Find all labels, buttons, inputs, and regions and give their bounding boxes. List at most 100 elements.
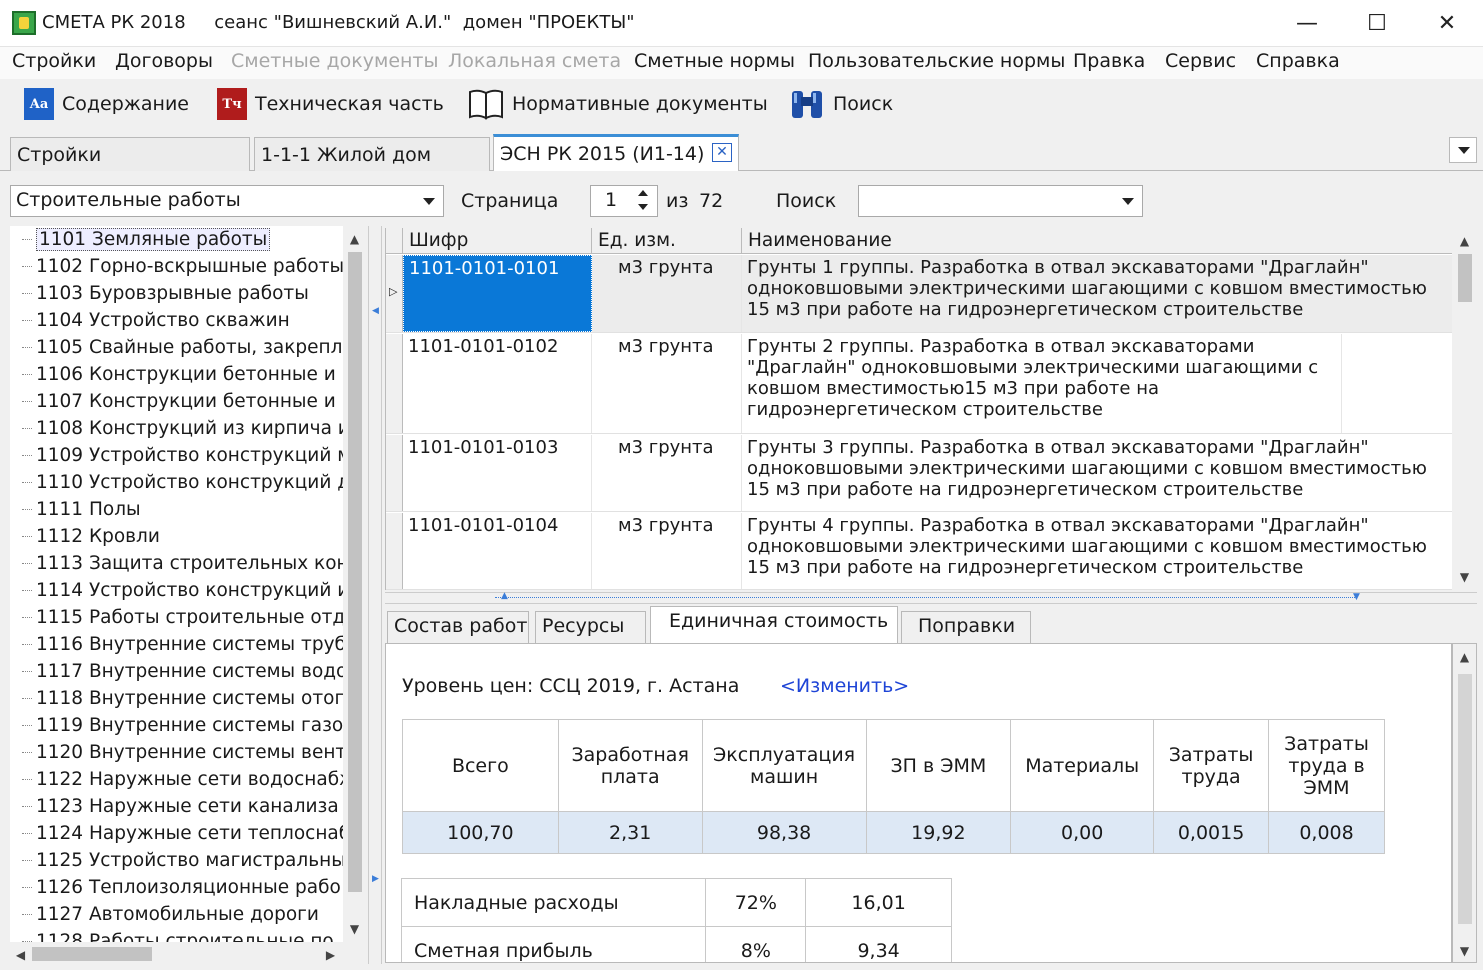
spin-up-icon[interactable] [638,190,648,196]
tree-item[interactable]: 1109 Устройство конструкций м [10,442,343,469]
tree-item[interactable]: 1113 Защита строительных кон [10,550,343,577]
cell-code[interactable]: 1101-0101-0104 [403,513,592,589]
tree-scroll-thumb[interactable] [348,252,362,892]
tree-item[interactable]: 1119 Внутренние системы газо( [10,712,343,739]
scroll-left-icon[interactable]: ◀ [12,946,29,963]
tab-esn-rk-2015[interactable]: ЭСН РК 2015 (И1-14) ✕ [493,134,739,171]
tree-hscroll-thumb[interactable] [32,947,152,961]
contents-button[interactable]: Aa Содержание [24,85,189,123]
close-button[interactable]: ✕ [1412,0,1482,47]
tab-resursy[interactable]: Ресурсы [535,611,646,643]
table-row[interactable]: 1101-0101-0103 м3 грунта Грунты 3 группы… [386,435,1452,512]
scroll-up-icon[interactable]: ▲ [346,230,363,247]
technical-part-button[interactable]: Тч Техническая часть [217,85,444,123]
collapse-up-icon[interactable]: ▲ [501,591,508,601]
tree-item[interactable]: 1125 Устройство магистральны: [10,847,343,874]
scroll-up-icon[interactable]: ▲ [1456,648,1473,665]
menu-spravka[interactable]: Справка [1256,50,1340,72]
detail-scroll-thumb[interactable] [1458,674,1472,924]
column-header-name[interactable]: Наименование [742,228,1452,254]
scroll-up-icon[interactable]: ▲ [1456,232,1473,249]
tree-item[interactable]: 1120 Внутренние системы вент [10,739,343,766]
cell-code[interactable]: 1101-0101-0103 [403,435,592,511]
tree-item[interactable]: 1124 Наружные сети теплоснаб [10,820,343,847]
cell-name[interactable]: Грунты 1 группы. Разработка в отвал экск… [742,255,1452,332]
scroll-down-icon[interactable]: ▼ [346,920,363,937]
collapse-right-icon[interactable]: ▶ [372,874,379,884]
grid-scroll-thumb[interactable] [1458,254,1472,302]
tree-item[interactable]: 1108 Конструкций из кирпича и [10,415,343,442]
tree-item[interactable]: 1107 Конструкции бетонные и : [10,388,343,415]
tab-stroyki[interactable]: Стройки [10,137,250,171]
menu-servis[interactable]: Сервис [1165,50,1236,72]
tree-horizontal-scrollbar[interactable]: ◀ ▶ [10,944,365,964]
cell-code[interactable]: 1101-0101-0101 [403,255,592,332]
search-button[interactable]: Поиск [789,85,893,123]
menu-pravka[interactable]: Правка [1073,50,1145,72]
table-row[interactable]: 1101-0101-0102 м3 грунта Грунты 2 группы… [386,334,1452,434]
scroll-down-icon[interactable]: ▼ [1456,942,1473,959]
close-tab-icon[interactable]: ✕ [712,143,732,162]
tree-item[interactable]: 1112 Кровли [10,523,343,550]
collapse-left-icon[interactable]: ◀ [372,306,379,316]
tree-item[interactable]: 1102 Горно-вскрышные работы [10,253,343,280]
menu-dogovory[interactable]: Договоры [115,50,213,72]
menu-stroyki[interactable]: Стройки [12,50,96,72]
scroll-down-icon[interactable]: ▼ [1456,568,1473,585]
tree-item[interactable]: 1118 Внутренние системы отоп [10,685,343,712]
scroll-right-icon[interactable]: ▶ [322,946,339,963]
tab-edinichnaya-stoimost[interactable]: Единичная стоимость [650,606,898,644]
cell-name[interactable]: Грунты 2 группы. Разработка в отвал экск… [742,334,1342,433]
cell-code[interactable]: 1101-0101-0102 [403,334,592,433]
column-header-code[interactable]: Шифр [403,228,592,254]
menu-smetnye-dokumenty[interactable]: Сметные документы [231,50,439,72]
menu-lokalnaya-smeta[interactable]: Локальная смета [448,50,621,72]
tab-sostav-rabot[interactable]: Состав работ [387,611,529,643]
table-row[interactable]: 1101-0101-0104 м3 грунта Грунты 4 группы… [386,513,1452,590]
tree-vertical-scrollbar[interactable]: ▲ ▼ [345,226,365,944]
tabs-dropdown-button[interactable] [1449,137,1477,163]
tree-item[interactable]: 1114 Устройство конструкций и [10,577,343,604]
page-spinner[interactable]: 1 [590,185,658,217]
tree-item[interactable]: 1127 Автомобильные дороги [10,901,343,928]
tree-item[interactable]: 1122 Наружные сети водоснабж [10,766,343,793]
cell-unit[interactable]: м3 грунта [592,255,742,332]
tree-item[interactable]: 1116 Внутренние системы труб [10,631,343,658]
maximize-button[interactable]: ☐ [1342,0,1412,47]
collapse-down-icon[interactable]: ▼ [1353,592,1360,602]
section-select[interactable]: Строительные работы [10,185,444,217]
tree-item[interactable]: 1128 Работы строительные по [10,928,343,942]
cell-name[interactable]: Грунты 4 группы. Разработка в отвал экск… [742,513,1452,589]
column-header-unit[interactable]: Ед. изм. [592,228,742,254]
tree-item[interactable]: 1103 Буровзрывные работы [10,280,343,307]
tree-item[interactable]: 1105 Свайные работы, закрепл [10,334,343,361]
table-row[interactable]: ▷ 1101-0101-0101 м3 грунта Грунты 1 груп… [386,255,1452,333]
grid-vertical-scrollbar[interactable]: ▲ ▼ [1453,228,1477,590]
tab-popravki[interactable]: Поправки [901,611,1031,643]
cell-unit[interactable]: м3 грунта [592,435,742,511]
normative-docs-button[interactable]: Нормативные документы [468,85,768,123]
tree-item[interactable]: 1104 Устройство скважин [10,307,343,334]
tree-item[interactable]: 1110 Устройство конструкций д [10,469,343,496]
tree-item[interactable]: 1123 Наружные сети канализа [10,793,343,820]
change-price-level-link[interactable]: <Изменить> [780,675,909,697]
menu-polzovatelskie-normy[interactable]: Пользовательские нормы [808,50,1065,72]
search-input[interactable] [858,185,1143,217]
tab-zhiloy-dom[interactable]: 1-1-1 Жилой дом [254,137,490,171]
header-zatraty-truda-v-emm: Затраты труда в ЭММ [1268,719,1385,812]
tree-item[interactable]: 1115 Работы строительные отд [10,604,343,631]
tree-item[interactable]: 1126 Теплоизоляционные рабо [10,874,343,901]
cell-name[interactable]: Грунты 3 группы. Разработка в отвал экск… [742,435,1452,511]
vertical-splitter[interactable]: ◀ ▶ [368,226,382,964]
cell-unit[interactable]: м3 грунта [592,334,742,433]
tree-item[interactable]: 1101 Земляные работы [10,226,343,253]
tree-item[interactable]: 1111 Полы [10,496,343,523]
spin-down-icon[interactable] [638,204,648,210]
horizontal-splitter[interactable]: ▲ ▼ [385,591,1477,604]
menu-smetnye-normy[interactable]: Сметные нормы [634,50,795,72]
tree-item[interactable]: 1106 Конструкции бетонные и : [10,361,343,388]
detail-vertical-scrollbar[interactable]: ▲ ▼ [1452,643,1477,963]
minimize-button[interactable]: — [1272,0,1342,47]
cell-unit[interactable]: м3 грунта [592,513,742,589]
tree-item[interactable]: 1117 Внутренние системы водо [10,658,343,685]
